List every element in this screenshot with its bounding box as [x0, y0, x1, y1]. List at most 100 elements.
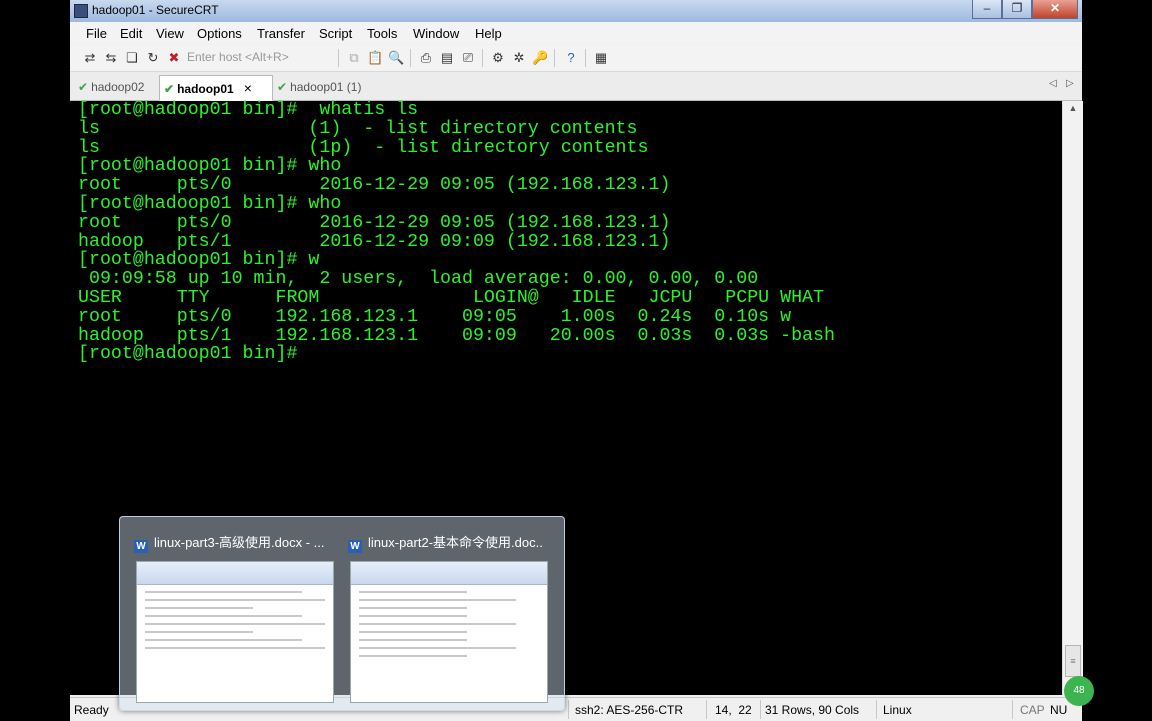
terminal-line: [root@hadoop01 bin]# w: [78, 250, 320, 271]
menu-transfer[interactable]: Transfer: [257, 26, 305, 41]
thumbnail-line: [145, 639, 302, 641]
thumbnail-line: [359, 615, 467, 617]
tab-scroll-left-icon[interactable]: ◁: [1049, 78, 1057, 89]
status-os: Linux: [883, 703, 912, 717]
status-caps: CAP: [1020, 703, 1045, 717]
terminal-line: 09:09:58 up 10 min, 2 users, load averag…: [78, 269, 759, 290]
terminal-line: [root@hadoop01 bin]# who: [78, 193, 342, 214]
terminal-line: ls (1p) - list directory contents: [78, 137, 649, 158]
status-num: NU: [1050, 703, 1068, 717]
tile-windows-icon[interactable]: ▦: [593, 50, 609, 66]
terminal-line: root pts/0 2016-12-29 09:05 (192.168.123…: [78, 212, 671, 233]
key-icon[interactable]: 🔑: [532, 50, 548, 66]
word-icon: W: [348, 540, 362, 553]
tab-hadoop02[interactable]: ✔ hadoop02: [76, 75, 158, 99]
tab-scroll-right-icon[interactable]: ▷: [1066, 78, 1074, 89]
connected-check-icon: ✔: [164, 82, 175, 96]
terminal-line: [root@hadoop01 bin]#: [78, 344, 298, 365]
preview-title: Wlinux-part3-高级使用.docx - ...: [134, 533, 329, 553]
connect-icon[interactable]: ⇄: [82, 50, 98, 66]
close-tab-icon[interactable]: ×: [244, 80, 252, 96]
thumbnail-line: [145, 623, 325, 625]
tab-label: hadoop02: [91, 80, 145, 94]
reconnect-icon[interactable]: ↻: [145, 50, 161, 66]
thumbnail-line: [359, 647, 516, 649]
session-tabs: ✔ hadoop02 ✔ hadoop01 × ✔ hadoop01 (1) ◁ ▷: [70, 72, 1082, 101]
terminal-line: root pts/0 192.168.123.1 09:05 1.00s 0.2…: [78, 306, 792, 327]
thumbnail-line: [359, 631, 467, 633]
tab-hadoop01-1[interactable]: ✔ hadoop01 (1): [277, 75, 387, 99]
terminal-line: [root@hadoop01 bin]# who: [78, 156, 342, 177]
scroll-up-icon[interactable]: ▲: [1063, 103, 1083, 113]
maximize-button[interactable]: ❐: [1002, 0, 1032, 19]
printer-icon[interactable]: ⎚: [460, 50, 476, 66]
global-options-icon[interactable]: ✲: [511, 50, 527, 66]
close-button[interactable]: ✕: [1032, 0, 1078, 19]
preview-title-text: linux-part3-高级使用.docx - ...: [154, 535, 325, 550]
help-icon[interactable]: ?: [563, 50, 579, 66]
host-input[interactable]: Enter host <Alt+R>: [187, 48, 337, 66]
tab-hadoop01[interactable]: ✔ hadoop01 ×: [159, 75, 273, 101]
terminal-line: USER TTY FROM LOGIN@ IDLE JCPU PCPU WHAT: [78, 287, 824, 308]
menu-help[interactable]: Help: [475, 26, 502, 41]
status-ready: Ready: [74, 703, 109, 717]
terminal-line: hadoop pts/1 2016-12-29 09:09 (192.168.1…: [78, 231, 671, 252]
status-cipher: ssh2: AES-256-CTR: [575, 703, 684, 717]
session-options-icon[interactable]: ⚙: [490, 50, 506, 66]
document-thumbnail: [136, 561, 334, 703]
preview-item-part3[interactable]: Wlinux-part3-高级使用.docx - ...: [126, 525, 334, 703]
print-icon[interactable]: ⎙: [418, 50, 434, 66]
preview-title: Wlinux-part2-基本命令使用.doc...: [348, 533, 543, 553]
thumbnail-line: [145, 615, 302, 617]
thumbnail-line: [359, 607, 467, 609]
status-cursor: 14, 22: [715, 703, 752, 717]
thumbnail-line: [359, 639, 467, 641]
terminal-line: root pts/0 2016-12-29 09:05 (192.168.123…: [78, 175, 671, 196]
status-divider: [568, 700, 569, 719]
thumbnail-line: [145, 647, 325, 649]
minimize-button[interactable]: –: [972, 0, 1002, 19]
terminal-line: hadoop pts/1 192.168.123.1 09:09 20.00s …: [78, 325, 835, 346]
scrollbar-thumb[interactable]: ≡: [1065, 645, 1081, 677]
notification-badge[interactable]: 48: [1064, 676, 1094, 706]
menu-file[interactable]: File: [86, 26, 107, 41]
find-icon[interactable]: 🔍: [388, 50, 404, 66]
terminal-line: [root@hadoop01 bin]# whatis ls: [78, 100, 419, 120]
tab-label: hadoop01: [177, 82, 234, 96]
menu-view[interactable]: View: [156, 26, 184, 41]
thumbnail-line: [145, 591, 302, 593]
menu-edit[interactable]: Edit: [120, 26, 142, 41]
copy-icon[interactable]: ⧉: [346, 50, 362, 66]
toolbar-separator: [410, 49, 411, 67]
thumbnail-line: [145, 631, 253, 633]
thumbnail-line: [359, 623, 516, 625]
paste-icon[interactable]: 📋: [367, 50, 383, 66]
preview-item-part2[interactable]: Wlinux-part2-基本命令使用.doc...: [340, 525, 548, 703]
disconnect-icon[interactable]: ✖: [166, 50, 182, 66]
connected-check-icon: ✔: [78, 80, 89, 94]
tab-label: hadoop01 (1): [290, 80, 362, 94]
terminal-scrollbar[interactable]: ▲ ≡: [1062, 101, 1083, 695]
window-controls: – ❐ ✕: [972, 0, 1078, 19]
title-bar[interactable]: hadoop01 - SecureCRT – ❐ ✕: [70, 0, 1082, 23]
quick-connect-icon[interactable]: ⇆: [103, 50, 119, 66]
terminal-line: ls (1) - list directory contents: [78, 118, 638, 139]
toolbar-separator: [482, 49, 483, 67]
securecrt-app-icon: [74, 4, 88, 18]
thumbnail-line: [145, 607, 253, 609]
print-selection-icon[interactable]: ▤: [439, 50, 455, 66]
toolbar-separator: [585, 49, 586, 67]
word-icon: W: [134, 540, 148, 553]
thumbnail-line: [145, 599, 325, 601]
thumbnail-line: [359, 655, 467, 657]
connected-check-icon: ✔: [277, 80, 288, 94]
menu-window[interactable]: Window: [413, 26, 459, 41]
menu-tools[interactable]: Tools: [367, 26, 397, 41]
connect-tab-icon[interactable]: ❏: [124, 50, 140, 66]
toolbar-separator: [554, 49, 555, 67]
status-size: 31 Rows, 90 Cols: [765, 703, 860, 717]
document-thumbnail: [350, 561, 548, 703]
menu-script[interactable]: Script: [319, 26, 352, 41]
status-divider: [760, 700, 761, 719]
menu-options[interactable]: Options: [197, 26, 242, 41]
